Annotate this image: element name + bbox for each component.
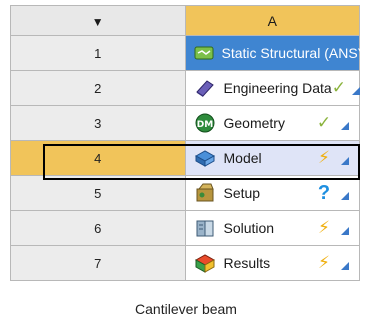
column-header-a: A <box>184 5 360 36</box>
static-structural-system: ▼ A 1 Static Structural (ANSYS) 2 Engine… <box>10 5 372 281</box>
results-cell[interactable]: Results ⚡ <box>184 245 360 281</box>
setup-cell[interactable]: Setup ? <box>184 175 360 211</box>
system-menu-arrow-icon[interactable]: ▼ <box>10 5 186 36</box>
row-number: 5 <box>10 175 186 211</box>
static-structural-icon <box>194 42 214 64</box>
row-label: Solution <box>223 220 275 236</box>
question-icon: ? <box>317 181 331 204</box>
system-row-5[interactable]: 5 Setup ? <box>10 175 360 211</box>
row-number: 1 <box>10 35 186 71</box>
checkmark-icon: ✓ <box>331 78 346 97</box>
system-row-6[interactable]: 6 Solution ⚡ <box>10 210 360 246</box>
solution-cell[interactable]: Solution ⚡ <box>184 210 360 246</box>
system-row-2[interactable]: 2 Engineering Data ✓ <box>10 70 360 106</box>
system-caption[interactable]: Cantilever beam <box>0 301 372 317</box>
system-title-cell[interactable]: Static Structural (ANSYS) <box>184 35 372 71</box>
row-label: Setup <box>223 185 261 201</box>
expand-corner-icon[interactable] <box>341 157 349 165</box>
geometry-icon: DM <box>194 112 216 134</box>
row-number: 7 <box>10 245 186 281</box>
model-cell[interactable]: Model ⚡ <box>184 140 360 176</box>
row-label: Model <box>223 150 262 166</box>
model-icon <box>194 147 216 169</box>
svg-text:DM: DM <box>196 120 212 130</box>
row-label: Results <box>223 255 271 271</box>
refresh-required-icon: ⚡ <box>318 253 330 272</box>
expand-corner-icon[interactable] <box>341 122 349 130</box>
system-schematic-table: ▼ A 1 Static Structural (ANSYS) 2 Engine… <box>10 5 372 281</box>
expand-corner-icon[interactable] <box>341 192 349 200</box>
checkmark-icon: ✓ <box>316 113 332 132</box>
expand-corner-icon[interactable] <box>341 262 349 270</box>
system-row-3[interactable]: 3 DM Geometry ✓ <box>10 105 360 141</box>
setup-icon <box>194 182 216 204</box>
system-row-1[interactable]: 1 Static Structural (ANSYS) <box>10 35 372 71</box>
row-number: 2 <box>10 70 186 106</box>
system-row-7[interactable]: 7 Results ⚡ <box>10 245 360 281</box>
column-header-row: ▼ A <box>10 5 360 36</box>
refresh-required-icon: ⚡ <box>318 218 330 237</box>
row-number: 6 <box>10 210 186 246</box>
refresh-required-icon: ⚡ <box>318 148 330 167</box>
results-icon <box>194 252 216 274</box>
row-number: 4 <box>10 140 186 176</box>
geometry-cell[interactable]: DM Geometry ✓ <box>184 105 360 141</box>
chevron-down-icon[interactable]: ▼ <box>92 15 104 29</box>
engineering-data-icon <box>194 77 216 99</box>
row-label: Engineering Data <box>223 80 332 96</box>
solution-icon <box>194 217 216 239</box>
engineering-data-cell[interactable]: Engineering Data ✓ <box>184 70 360 106</box>
expand-corner-icon[interactable] <box>351 87 360 95</box>
expand-corner-icon[interactable] <box>341 227 349 235</box>
row-number: 3 <box>10 105 186 141</box>
system-row-4[interactable]: 4 Model ⚡ <box>10 140 360 176</box>
system-title-label: Static Structural (ANSYS) <box>221 45 372 61</box>
row-label: Geometry <box>223 115 285 131</box>
